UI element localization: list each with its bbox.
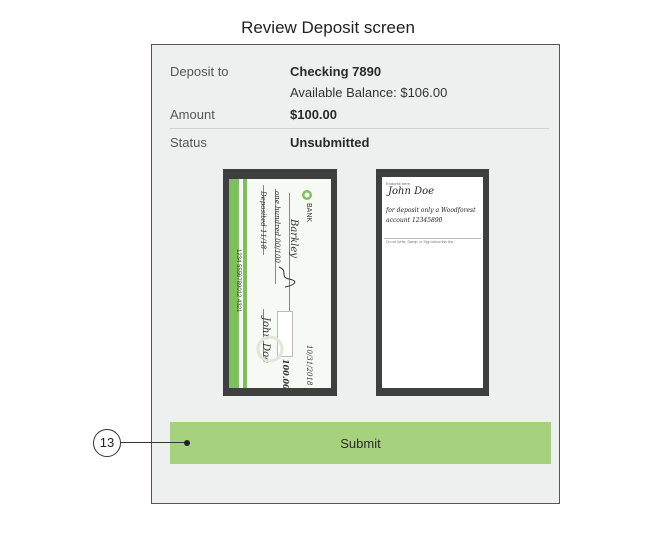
check-back-thumbnail[interactable]: Endorse here John Doe for deposit only a… [376,169,489,396]
check-back-image: Endorse here John Doe for deposit only a… [382,177,483,388]
check-bank-name: BANK [305,203,312,223]
page-title: Review Deposit screen [241,18,415,37]
back-cut-line [384,238,481,239]
check-front-thumbnail[interactable]: 1234 5556789012 4321 BANK Barkley one hu… [223,169,337,396]
account-name: Checking 7890 [290,64,382,79]
available-balance: Available Balance: $106.00 [290,85,448,100]
status-value: Unsubmitted [290,135,370,150]
check-stripe-thin [243,179,247,388]
check-memo: Deposited 11/18 [259,191,267,250]
check-front-image: 1234 5556789012 4321 BANK Barkley one hu… [229,179,331,388]
back-fine-print: Do not Write, Stamp, or Sign below this … [386,240,454,244]
status-label: Status [170,135,207,150]
check-date: 10/31/2018 [305,345,313,386]
callout-leader-line [121,442,187,444]
review-deposit-panel: Deposit to Checking 7890 Available Balan… [151,44,560,504]
bank-logo-icon [302,190,312,200]
callout-number-13: 13 [93,429,121,457]
check-amount-words: one hundred 00/100 [273,191,281,263]
back-restriction: for deposit only a Woodforest [386,207,476,214]
amount-value: $100.00 [290,107,337,122]
submit-button[interactable]: Submit [170,422,551,464]
check-micr: 1234 5556789012 4321 [235,249,241,313]
amount-label: Amount [170,107,215,122]
callout-dot [184,440,190,446]
details-divider [170,128,549,129]
watermark-icon [256,335,284,363]
check-payee: Barkley [288,219,299,258]
signature-squiggle-icon [278,266,296,288]
back-signature: John Doe [388,186,435,197]
deposit-to-label: Deposit to [170,64,229,79]
back-account: account 12345890 [386,217,443,224]
